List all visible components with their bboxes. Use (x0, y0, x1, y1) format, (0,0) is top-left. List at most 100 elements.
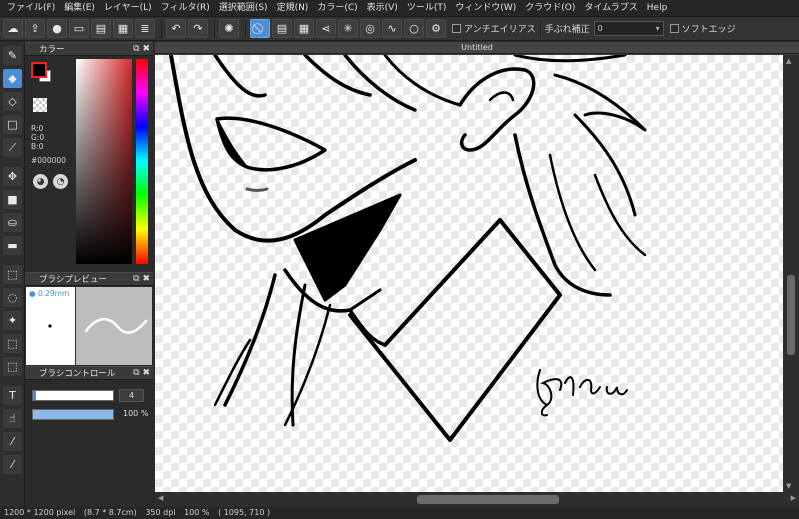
menu-select[interactable]: 選択範囲(S) (216, 0, 274, 17)
grid-snap-icon[interactable]: ▦ (294, 19, 314, 38)
undo-icon[interactable]: ↶ (166, 19, 186, 38)
brush-opacity-slider[interactable] (32, 409, 114, 420)
comment-icon[interactable]: ● (47, 19, 67, 38)
cloud-icon[interactable]: ☁ (3, 19, 23, 38)
parallel-snap-icon[interactable]: ▤ (272, 19, 292, 38)
menu-tool[interactable]: ツール(T) (404, 0, 453, 17)
lasso-icon[interactable]: ◌ (3, 288, 22, 307)
menu-bar: ファイル(F) 編集(E) レイヤー(L) フィルタ(R) 選択範囲(S) 定規… (0, 0, 799, 17)
horizontal-scrollbar[interactable]: ◀ ▶ (155, 492, 799, 507)
drawing-canvas[interactable] (155, 55, 783, 492)
loading-icon[interactable]: ✺ (219, 19, 239, 38)
color-panel: R:0 G:0 B:0 #000000 ◕ ◔ (25, 56, 153, 272)
eyedropper-icon[interactable]: ⁄ (3, 432, 22, 451)
concentric-snap-icon[interactable]: ◎ (360, 19, 380, 38)
brush-control-panel: 4 100 % (25, 380, 153, 440)
transparent-color-swatch[interactable] (33, 98, 47, 112)
menu-view[interactable]: 表示(V) (364, 0, 404, 17)
menu-help[interactable]: Help (644, 0, 674, 17)
scroll-left-icon[interactable]: ◀ (158, 494, 163, 502)
scroll-up-icon[interactable]: ▲ (786, 57, 791, 65)
palette-alt-icon[interactable]: ◔ (53, 174, 68, 189)
redo-icon[interactable]: ↷ (188, 19, 208, 38)
brush-icon[interactable]: ✎ (3, 46, 22, 65)
menu-window[interactable]: ウィンドウ(W) (452, 0, 522, 17)
color-panel-header: カラー ⧉ ✖ (25, 42, 153, 56)
scroll-down-icon[interactable]: ▼ (786, 482, 791, 490)
hand-icon[interactable]: ☝ (3, 409, 22, 428)
brush-preview-panel: ● 0.29mm (25, 286, 153, 366)
document-icon[interactable]: ▤ (91, 19, 111, 38)
stabilizer-select[interactable]: 0 (593, 21, 664, 36)
toolbar-divider (539, 19, 541, 38)
select-eraser-icon[interactable]: ⬚ (3, 357, 22, 376)
toolbar: ☁ ⇪ ● ▭ ▤ ▦ ≣ ↶ ↷ ✺ ⃠ ▤ ▦ ⋖ ✳ ◎ ∿ ○ ⚙ アン… (0, 17, 799, 41)
menu-filter[interactable]: フィルタ(R) (158, 0, 216, 17)
select-icon[interactable]: ⬚ (3, 265, 22, 284)
palette-icon[interactable]: ◕ (33, 174, 48, 189)
brush-width-value[interactable]: 4 (119, 389, 144, 402)
menu-cloud[interactable]: クラウド(O) (522, 0, 581, 17)
scroll-right-icon[interactable]: ▶ (791, 494, 796, 502)
brush-tip-preview: ● 0.29mm (26, 287, 75, 365)
zoom-level: 100 % (184, 508, 210, 517)
panel-controls-icon[interactable]: ⧉ ✖ (133, 44, 150, 54)
antialias-label: アンチエイリアス (464, 25, 536, 35)
brush-preview-title: ブラシプレビュー (39, 275, 107, 285)
canvas-size: 1200 * 1200 pixel (4, 508, 76, 517)
perspective-snap-icon[interactable]: ⋖ (316, 19, 336, 38)
fill-rect-icon[interactable]: ■ (3, 190, 22, 209)
menu-edit[interactable]: 編集(E) (61, 0, 101, 17)
grid-doc-icon[interactable]: ▦ (113, 19, 133, 38)
gradient-icon[interactable]: ▬ (3, 236, 22, 255)
list-doc-icon[interactable]: ≣ (135, 19, 155, 38)
magic-wand-icon[interactable]: ✦ (3, 311, 22, 330)
soft-edge-toggle[interactable]: ソフトエッジ (669, 22, 736, 35)
menu-timelapse[interactable]: タイムラプス (581, 0, 643, 17)
menu-layer[interactable]: レイヤー(L) (101, 0, 158, 17)
eraser-icon[interactable]: ◆ (3, 69, 22, 88)
foreground-color-swatch[interactable] (31, 62, 47, 78)
brush-opacity-fill (33, 410, 113, 419)
blue-value: B:0 (31, 142, 44, 151)
curve-snap-icon[interactable]: ∿ (382, 19, 402, 38)
circle-snap-icon[interactable]: ○ (404, 19, 424, 38)
menu-file[interactable]: ファイル(F) (4, 0, 61, 17)
vertical-scroll-thumb[interactable] (787, 275, 795, 355)
hue-slider[interactable] (136, 59, 148, 264)
rectangle-icon[interactable]: □ (3, 115, 22, 134)
line-art-drawing (169, 55, 647, 442)
panel-controls-icon[interactable]: ⧉ ✖ (133, 274, 150, 284)
document-tab[interactable]: Untitled (155, 42, 799, 54)
brush-width-slider[interactable] (32, 390, 114, 401)
text-icon[interactable]: T (3, 386, 22, 405)
antialias-toggle[interactable]: アンチエイリアス (452, 22, 536, 35)
menu-ruler[interactable]: 定規(N) (274, 0, 315, 17)
select-pen-icon[interactable]: ⬚ (3, 334, 22, 353)
horizontal-scroll-thumb[interactable] (417, 495, 559, 504)
speech-bubble-icon[interactable]: ▭ (69, 19, 89, 38)
blur-eraser-icon[interactable]: ◇ (3, 92, 22, 111)
no-snap-icon[interactable]: ⃠ (250, 19, 270, 38)
dropper-icon[interactable]: ⁄ (3, 455, 22, 474)
canvas-area: Untitled ▲ ▼ ◀ ▶ (155, 42, 799, 507)
pen-line-icon[interactable]: ⟋ (3, 138, 22, 157)
panel-controls-icon[interactable]: ⧉ ✖ (133, 368, 150, 378)
brush-stroke-curve (84, 318, 148, 334)
settings-icon[interactable]: ⚙ (426, 19, 446, 38)
stabilizer-label: 手ぶれ補正 (544, 25, 590, 35)
cursor-position: ( 1095, 710 ) (218, 508, 271, 517)
menu-color[interactable]: カラー(C) (314, 0, 363, 17)
vertical-scrollbar[interactable]: ▲ ▼ (783, 55, 799, 492)
bucket-icon[interactable]: ⛀ (3, 213, 22, 232)
move-icon[interactable]: ✥ (3, 167, 22, 186)
saturation-value-picker[interactable] (76, 59, 132, 264)
soft-edge-checkbox[interactable] (669, 24, 679, 33)
antialias-checkbox[interactable] (452, 24, 461, 33)
dpi: 350 dpi (145, 508, 176, 517)
brush-width-fill (33, 391, 37, 400)
signature (536, 369, 628, 417)
brush-control-header: ブラシコントロール ⧉ ✖ (25, 366, 153, 380)
share-icon[interactable]: ⇪ (25, 19, 45, 38)
radial-snap-icon[interactable]: ✳ (338, 19, 358, 38)
